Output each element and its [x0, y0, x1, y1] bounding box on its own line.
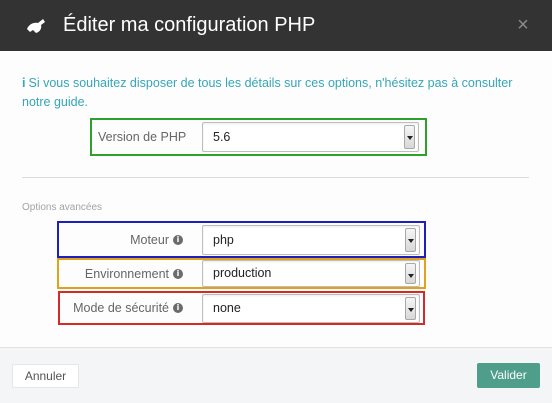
php-version-label: Version de PHP [98, 120, 186, 154]
info-circle-icon[interactable]: i [173, 303, 183, 313]
dialog-footer: Annuler Valider [0, 347, 552, 403]
chevron-down-icon[interactable] [405, 263, 416, 284]
close-icon[interactable]: × [516, 15, 530, 35]
dialog-body: i Si vous souhaitez disposer de tous les … [0, 51, 552, 347]
moteur-value: php [213, 233, 234, 247]
cancel-button[interactable]: Annuler [12, 364, 79, 388]
securite-row: Mode de sécurité i none [58, 291, 425, 325]
info-circle-icon[interactable]: i [173, 268, 183, 279]
securite-label-text: Mode de sécurité [73, 301, 169, 315]
moteur-label-text: Moteur [130, 232, 169, 247]
php-version-value: 5.6 [213, 130, 231, 144]
dialog-title: Éditer ma configuration PHP [63, 14, 316, 36]
environnement-row: Environnement i production [57, 258, 426, 289]
chevron-down-icon[interactable] [405, 228, 416, 252]
securite-value: none [213, 301, 241, 315]
environnement-value: production [213, 266, 272, 280]
info-icon: i [22, 76, 26, 90]
moteur-select[interactable]: php [202, 225, 420, 255]
info-text[interactable]: Si vous souhaitez disposer de tous les d… [22, 76, 512, 109]
advanced-options-title: Options avancées [22, 202, 103, 213]
section-divider [22, 177, 529, 178]
chevron-down-icon[interactable] [404, 125, 415, 149]
php-version-select[interactable]: 5.6 [202, 122, 419, 152]
environnement-label-text: Environnement [84, 266, 169, 281]
securite-label: Mode de sécurité i [73, 293, 183, 323]
info-message: i Si vous souhaitez disposer de tous les … [22, 74, 527, 112]
php-version-label-text: Version de PHP [98, 130, 187, 144]
moteur-row: Moteur i php [57, 221, 426, 258]
php-version-row: Version de PHP 5.6 [90, 118, 427, 156]
submit-button[interactable]: Valider [477, 363, 540, 388]
paw-icon [24, 15, 48, 37]
environnement-label: Environnement i [85, 260, 183, 287]
environnement-select[interactable]: production [202, 260, 420, 287]
securite-select[interactable]: none [202, 294, 420, 323]
dialog-header: Éditer ma configuration PHP × [0, 0, 552, 51]
info-circle-icon[interactable]: i [173, 234, 183, 245]
moteur-label: Moteur i [130, 223, 183, 256]
chevron-down-icon[interactable] [405, 297, 416, 320]
